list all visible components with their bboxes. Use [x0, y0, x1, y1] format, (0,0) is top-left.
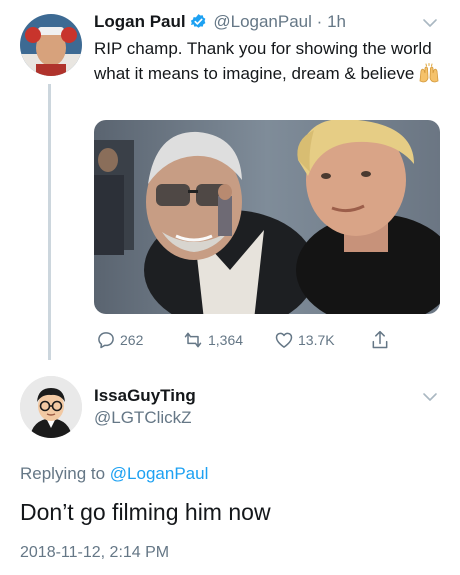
tweet-text-body: RIP champ. Thank you for showing the wor…: [94, 39, 432, 83]
avatar-image-icon: [20, 14, 82, 76]
retweet-button[interactable]: 1,364: [182, 327, 243, 353]
retweet-count: 1,364: [208, 332, 244, 348]
user-handle[interactable]: @LoganPaul: [213, 12, 312, 31]
separator-dot: ·: [316, 12, 323, 31]
tweet-text: RIP champ. Thank you for showing the wor…: [94, 36, 444, 90]
like-count: 13.7K: [298, 332, 335, 348]
replying-to-line: Replying to @LoganPaul: [20, 464, 208, 484]
retweet-icon: [184, 332, 202, 348]
avatar[interactable]: [20, 14, 82, 76]
reply-icon: [98, 332, 114, 349]
share-icon: [372, 330, 388, 349]
raising-hands-icon: [418, 63, 440, 90]
tweet-actions: 262 1,364 13.7K: [94, 327, 440, 353]
share-button[interactable]: [370, 327, 390, 353]
tweet-text: Don’t go filming him now: [20, 499, 271, 525]
user-handle[interactable]: @LGTClickZ: [94, 408, 192, 428]
like-button[interactable]: 13.7K: [274, 327, 335, 353]
tweet-header: Logan Paul @LoganPaul · 1h: [94, 12, 346, 35]
tweet-photo[interactable]: [94, 120, 440, 314]
thread-line: [48, 84, 51, 360]
chevron-down-icon[interactable]: [422, 392, 438, 402]
tweet-timestamp[interactable]: 2018-11-12, 2:14 PM: [20, 544, 169, 562]
mention-link[interactable]: @LoganPaul: [110, 464, 209, 483]
avatar-cartoon-icon: [20, 376, 82, 438]
reply-count: 262: [120, 332, 144, 348]
chevron-down-icon[interactable]: [422, 18, 438, 28]
avatar[interactable]: [20, 376, 82, 438]
tweet-time[interactable]: 1h: [327, 12, 346, 31]
display-name[interactable]: IssaGuyTing: [94, 386, 196, 406]
verified-badge-icon: [190, 13, 207, 35]
reply-button[interactable]: 262: [96, 327, 143, 353]
display-name[interactable]: Logan Paul: [94, 12, 186, 31]
like-icon: [275, 332, 293, 348]
photo-image-icon: [94, 120, 440, 314]
replying-prefix: Replying to: [20, 464, 106, 483]
